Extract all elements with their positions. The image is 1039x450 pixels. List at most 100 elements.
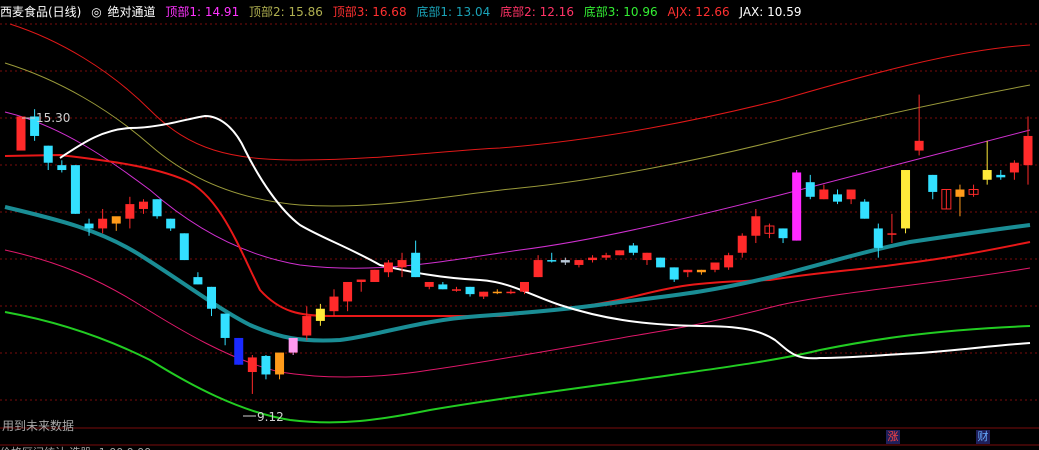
candle-body — [901, 170, 911, 229]
candle[interactable] — [751, 208, 761, 244]
candle-body — [928, 174, 938, 192]
candle[interactable] — [16, 116, 26, 151]
candle[interactable] — [397, 252, 407, 278]
candle-body — [125, 204, 135, 219]
candle[interactable] — [982, 140, 992, 185]
candle-body — [520, 281, 529, 292]
candle-body — [57, 165, 67, 171]
candle-body — [656, 257, 666, 268]
candle-body — [247, 357, 257, 373]
candle[interactable] — [43, 145, 53, 171]
candle[interactable] — [166, 218, 176, 231]
candle[interactable] — [764, 223, 775, 239]
rise-badge[interactable]: 涨 — [886, 430, 900, 444]
candle[interactable] — [656, 257, 666, 268]
candle[interactable] — [193, 272, 203, 285]
candle-body — [84, 223, 94, 229]
candle[interactable] — [302, 306, 312, 341]
candle[interactable] — [642, 252, 652, 265]
finance-badge[interactable]: 财 — [976, 430, 990, 444]
candle[interactable] — [901, 170, 911, 234]
candle[interactable] — [329, 289, 339, 317]
candle[interactable] — [588, 255, 598, 263]
candle[interactable] — [288, 337, 298, 355]
candle[interactable] — [547, 252, 557, 263]
candle-body — [805, 182, 815, 197]
candle[interactable] — [873, 223, 883, 258]
candle-body — [506, 291, 516, 294]
candle[interactable] — [560, 257, 570, 265]
candle[interactable] — [968, 184, 979, 197]
candle[interactable] — [411, 240, 421, 278]
candle[interactable] — [928, 174, 938, 200]
candle[interactable] — [98, 208, 108, 234]
candle[interactable] — [261, 354, 271, 380]
candle[interactable] — [207, 286, 217, 317]
candle[interactable] — [125, 196, 135, 229]
candle[interactable] — [846, 189, 856, 205]
candle[interactable] — [315, 303, 325, 326]
candle[interactable] — [152, 199, 162, 219]
candle[interactable] — [941, 188, 952, 210]
candle-body — [914, 140, 924, 151]
candle[interactable] — [506, 289, 516, 295]
candle[interactable] — [737, 233, 747, 258]
candle[interactable] — [533, 255, 543, 278]
candle[interactable] — [179, 233, 189, 261]
candle[interactable] — [696, 269, 706, 275]
candle[interactable] — [70, 165, 80, 214]
candle[interactable] — [343, 281, 353, 312]
candle[interactable] — [710, 262, 720, 273]
price-chart[interactable] — [0, 0, 1039, 450]
candle[interactable] — [996, 170, 1006, 180]
candle-body — [138, 201, 148, 209]
candle[interactable] — [57, 160, 67, 173]
candle[interactable] — [832, 189, 842, 205]
candle[interactable] — [465, 286, 475, 297]
candle[interactable] — [1023, 116, 1033, 185]
candle[interactable] — [424, 281, 434, 290]
candle-body — [98, 218, 108, 229]
candle[interactable] — [479, 291, 489, 300]
candle-body — [411, 252, 421, 278]
candle[interactable] — [275, 352, 285, 380]
candle[interactable] — [111, 216, 121, 231]
bottom1-line — [4, 205, 1031, 343]
candle[interactable] — [805, 174, 815, 200]
candle[interactable] — [574, 260, 584, 268]
candle-body — [1009, 162, 1019, 173]
candle[interactable] — [438, 281, 448, 290]
candle-body — [492, 291, 502, 294]
candle[interactable] — [247, 354, 257, 394]
candle-body — [996, 174, 1006, 178]
candle[interactable] — [792, 170, 802, 241]
candle[interactable] — [615, 250, 625, 256]
candle[interactable] — [914, 94, 924, 156]
candle[interactable] — [669, 267, 679, 282]
candle-body — [832, 194, 842, 202]
candle[interactable] — [683, 269, 693, 278]
candle-body — [370, 269, 380, 282]
top3-line — [9, 23, 1031, 161]
candle[interactable] — [724, 252, 734, 270]
candle-body — [547, 260, 557, 262]
candle[interactable] — [356, 279, 366, 292]
jax-line — [59, 114, 1031, 360]
candle[interactable] — [234, 337, 244, 365]
candle-body — [751, 216, 761, 236]
candle[interactable] — [370, 269, 380, 282]
candle-body — [642, 252, 652, 261]
candle[interactable] — [601, 252, 611, 261]
candle[interactable] — [887, 213, 897, 244]
candle[interactable] — [778, 228, 788, 244]
candle-body — [343, 281, 353, 302]
candle[interactable] — [1009, 160, 1019, 180]
candle[interactable] — [383, 260, 393, 278]
candle[interactable] — [819, 184, 829, 200]
candle[interactable] — [220, 313, 230, 346]
candle[interactable] — [451, 286, 461, 292]
candle[interactable] — [492, 289, 502, 295]
candle-body — [465, 286, 475, 295]
candle[interactable] — [628, 243, 638, 256]
candle[interactable] — [860, 199, 870, 219]
